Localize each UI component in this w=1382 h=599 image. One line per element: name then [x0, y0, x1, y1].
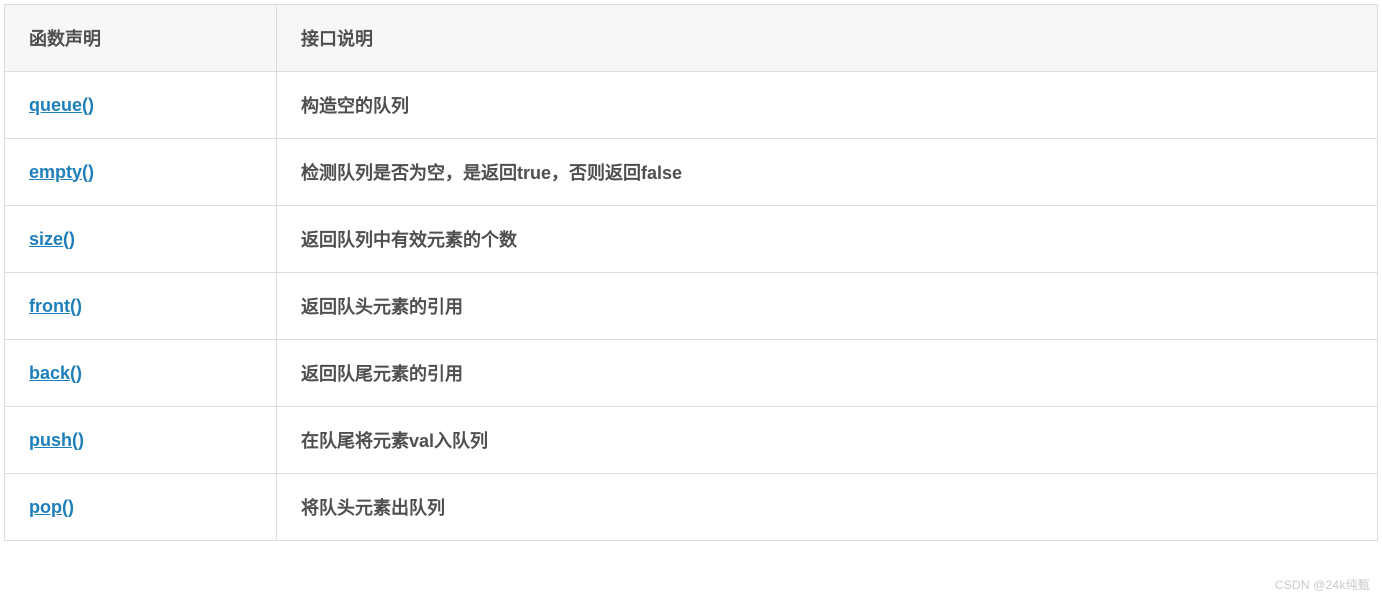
func-cell: size() — [5, 206, 277, 273]
table-row: empty() 检测队列是否为空，是返回true，否则返回false — [5, 139, 1378, 206]
desc-cell: 将队头元素出队列 — [277, 474, 1378, 541]
desc-cell: 在队尾将元素val入队列 — [277, 407, 1378, 474]
api-table: 函数声明 接口说明 queue() 构造空的队列 empty() 检测队列是否为… — [4, 4, 1378, 541]
table-row: back() 返回队尾元素的引用 — [5, 340, 1378, 407]
func-link-push[interactable]: push() — [29, 430, 84, 450]
func-link-queue[interactable]: queue() — [29, 95, 94, 115]
func-link-back[interactable]: back() — [29, 363, 82, 383]
func-cell: pop() — [5, 474, 277, 541]
func-link-size[interactable]: size() — [29, 229, 75, 249]
table-row: pop() 将队头元素出队列 — [5, 474, 1378, 541]
func-link-front[interactable]: front() — [29, 296, 82, 316]
table-row: front() 返回队头元素的引用 — [5, 273, 1378, 340]
table-row: size() 返回队列中有效元素的个数 — [5, 206, 1378, 273]
func-link-empty[interactable]: empty() — [29, 162, 94, 182]
func-cell: front() — [5, 273, 277, 340]
header-func: 函数声明 — [5, 5, 277, 72]
desc-cell: 返回队列中有效元素的个数 — [277, 206, 1378, 273]
desc-cell: 返回队尾元素的引用 — [277, 340, 1378, 407]
func-link-pop[interactable]: pop() — [29, 497, 74, 517]
func-cell: push() — [5, 407, 277, 474]
table-row: queue() 构造空的队列 — [5, 72, 1378, 139]
table-header-row: 函数声明 接口说明 — [5, 5, 1378, 72]
watermark: CSDN @24k纯甄 — [1275, 576, 1370, 593]
header-desc: 接口说明 — [277, 5, 1378, 72]
desc-cell: 构造空的队列 — [277, 72, 1378, 139]
desc-cell: 返回队头元素的引用 — [277, 273, 1378, 340]
table-row: push() 在队尾将元素val入队列 — [5, 407, 1378, 474]
func-cell: back() — [5, 340, 277, 407]
func-cell: queue() — [5, 72, 277, 139]
func-cell: empty() — [5, 139, 277, 206]
desc-cell: 检测队列是否为空，是返回true，否则返回false — [277, 139, 1378, 206]
